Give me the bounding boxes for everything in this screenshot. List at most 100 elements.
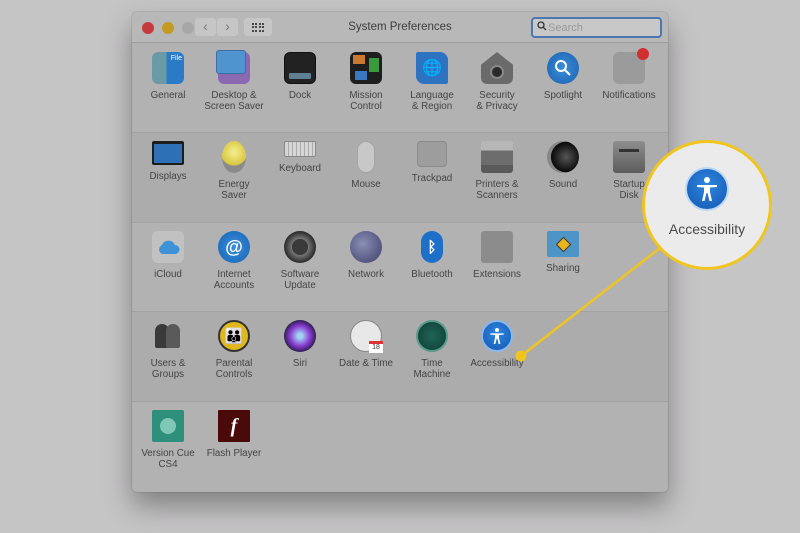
pref-pane-icloud[interactable]: iCloud bbox=[135, 231, 201, 280]
pref-pane-users-groups[interactable]: Users & Groups bbox=[135, 320, 201, 380]
pref-pane-label: Trackpad bbox=[411, 173, 453, 184]
date-time-icon: 18 bbox=[350, 320, 383, 353]
pref-pane-sharing[interactable]: Sharing bbox=[530, 231, 596, 274]
sharing-icon bbox=[547, 231, 579, 257]
parental-controls-icon: 👪 bbox=[218, 320, 250, 352]
pref-pane-general[interactable]: File General bbox=[135, 52, 201, 101]
time-machine-icon bbox=[416, 320, 448, 352]
pref-pane-label: Language & Region bbox=[410, 90, 454, 112]
pref-pane-label: Keyboard bbox=[279, 163, 321, 174]
pref-pane-accessibility[interactable]: Accessibility bbox=[464, 320, 530, 369]
spotlight-icon bbox=[547, 52, 579, 84]
pref-pane-language-region[interactable]: 🌐 Language & Region bbox=[399, 52, 465, 112]
pref-pane-label: Users & Groups bbox=[150, 358, 186, 380]
pref-pane-parental-controls[interactable]: 👪 Parental Controls bbox=[201, 320, 267, 380]
pref-pane-software-update[interactable]: Software Update bbox=[267, 231, 333, 291]
pref-pane-keyboard[interactable]: Keyboard bbox=[267, 141, 333, 174]
bluetooth-icon: ᛒ bbox=[421, 231, 443, 263]
pref-pane-time-machine[interactable]: Time Machine bbox=[399, 320, 465, 380]
search-field[interactable] bbox=[531, 17, 662, 38]
pref-pane-trackpad[interactable]: Trackpad bbox=[399, 141, 465, 184]
mission-control-icon bbox=[350, 52, 382, 84]
pref-pane-label: Time Machine bbox=[413, 358, 451, 380]
pref-pane-label: Date & Time bbox=[339, 358, 393, 369]
keyboard-icon bbox=[284, 141, 316, 157]
section-other: Version Cue CS4 f Flash Player bbox=[132, 402, 668, 492]
pref-pane-label: Mission Control bbox=[349, 90, 383, 112]
pref-pane-label: Energy Saver bbox=[218, 179, 250, 201]
pref-pane-label: Extensions bbox=[473, 269, 521, 280]
displays-icon bbox=[152, 141, 184, 165]
pref-pane-dock[interactable]: Dock bbox=[267, 52, 333, 101]
section-personal: File General Desktop & Screen Saver Dock Mis… bbox=[132, 44, 668, 133]
pref-pane-label: Security & Privacy bbox=[476, 90, 518, 112]
pref-pane-label: Spotlight bbox=[543, 90, 583, 101]
system-preferences-window: ‹ › System Preferences File General Deskto… bbox=[132, 12, 668, 492]
pref-pane-version-cue[interactable]: Version Cue CS4 bbox=[135, 410, 201, 470]
pref-pane-label: Internet Accounts bbox=[213, 269, 255, 291]
pref-pane-label: iCloud bbox=[154, 269, 182, 280]
dock-icon bbox=[284, 52, 316, 84]
pref-pane-printers-scanners[interactable]: Printers & Scanners bbox=[464, 141, 530, 201]
extensions-icon bbox=[481, 231, 513, 263]
pref-pane-label: Displays bbox=[149, 171, 187, 182]
printers-scanners-icon bbox=[481, 141, 513, 173]
pref-pane-label: Flash Player bbox=[206, 448, 262, 459]
pref-pane-label: Siri bbox=[292, 358, 308, 369]
security-privacy-icon bbox=[481, 52, 513, 84]
pref-pane-internet-accounts[interactable]: @ Internet Accounts bbox=[201, 231, 267, 291]
version-cue-icon bbox=[152, 410, 184, 442]
users-groups-icon bbox=[152, 320, 184, 352]
pref-pane-label: Printers & Scanners bbox=[475, 179, 519, 201]
icloud-icon bbox=[152, 231, 184, 263]
pref-pane-label: Software Update bbox=[280, 269, 320, 291]
search-input[interactable] bbox=[548, 21, 648, 34]
pref-pane-siri[interactable]: Siri bbox=[267, 320, 333, 369]
pref-pane-label: Network bbox=[348, 269, 384, 280]
pref-pane-sound[interactable]: Sound bbox=[530, 141, 596, 190]
accessibility-icon bbox=[481, 320, 513, 352]
general-icon: File bbox=[152, 52, 184, 84]
pref-pane-label: Notifications bbox=[602, 90, 656, 101]
language-region-icon: 🌐 bbox=[416, 52, 448, 84]
pref-pane-desktop-screen-saver[interactable]: Desktop & Screen Saver bbox=[201, 50, 267, 112]
section-hardware: Displays Energy Saver Keyboard Mouse Trackpa… bbox=[132, 133, 668, 223]
pref-pane-label: Startup Disk bbox=[613, 179, 645, 201]
pref-pane-mouse[interactable]: Mouse bbox=[333, 141, 399, 190]
pref-pane-label: Accessibility bbox=[470, 358, 524, 369]
pref-pane-label: Dock bbox=[288, 90, 312, 101]
pref-pane-date-time[interactable]: 18 Date & Time bbox=[333, 320, 399, 369]
internet-accounts-icon: @ bbox=[218, 231, 250, 263]
pref-pane-label: Sound bbox=[548, 179, 578, 190]
pref-pane-label: Desktop & Screen Saver bbox=[204, 90, 264, 112]
software-update-icon bbox=[284, 231, 316, 263]
section-internet-wireless: iCloud @ Internet Accounts Software Update N… bbox=[132, 223, 668, 312]
pref-pane-bluetooth[interactable]: ᛒ Bluetooth bbox=[399, 231, 465, 280]
pref-pane-label: Mouse bbox=[351, 179, 381, 190]
callout-label: Accessibility bbox=[668, 221, 746, 237]
trackpad-icon bbox=[417, 141, 447, 167]
pref-pane-notifications[interactable]: Notifications bbox=[596, 48, 662, 101]
pref-pane-flash-player[interactable]: f Flash Player bbox=[201, 410, 267, 459]
pref-pane-spotlight[interactable]: Spotlight bbox=[530, 52, 596, 101]
section-system: Users & Groups 👪 Parental Controls Siri 18 Da… bbox=[132, 312, 668, 402]
pref-pane-displays[interactable]: Displays bbox=[135, 141, 201, 182]
flash-player-icon: f bbox=[218, 410, 250, 442]
energy-saver-icon bbox=[222, 141, 246, 173]
startup-disk-icon bbox=[613, 141, 645, 173]
pref-pane-label: General bbox=[150, 90, 186, 101]
siri-icon bbox=[284, 320, 316, 352]
search-icon bbox=[537, 21, 547, 34]
pref-pane-security-privacy[interactable]: Security & Privacy bbox=[464, 52, 530, 112]
pref-pane-label: Parental Controls bbox=[215, 358, 253, 380]
pref-pane-network[interactable]: Network bbox=[333, 231, 399, 280]
pref-pane-extensions[interactable]: Extensions bbox=[464, 231, 530, 280]
pref-pane-energy-saver[interactable]: Energy Saver bbox=[201, 141, 267, 201]
accessibility-callout: Accessibility bbox=[642, 140, 772, 270]
pref-pane-label: Sharing bbox=[546, 263, 580, 274]
pref-pane-mission-control[interactable]: Mission Control bbox=[333, 52, 399, 112]
pref-pane-label: Bluetooth bbox=[411, 269, 453, 280]
sound-icon bbox=[547, 141, 579, 173]
pref-pane-label: Version Cue CS4 bbox=[141, 448, 195, 470]
network-icon bbox=[350, 231, 382, 263]
